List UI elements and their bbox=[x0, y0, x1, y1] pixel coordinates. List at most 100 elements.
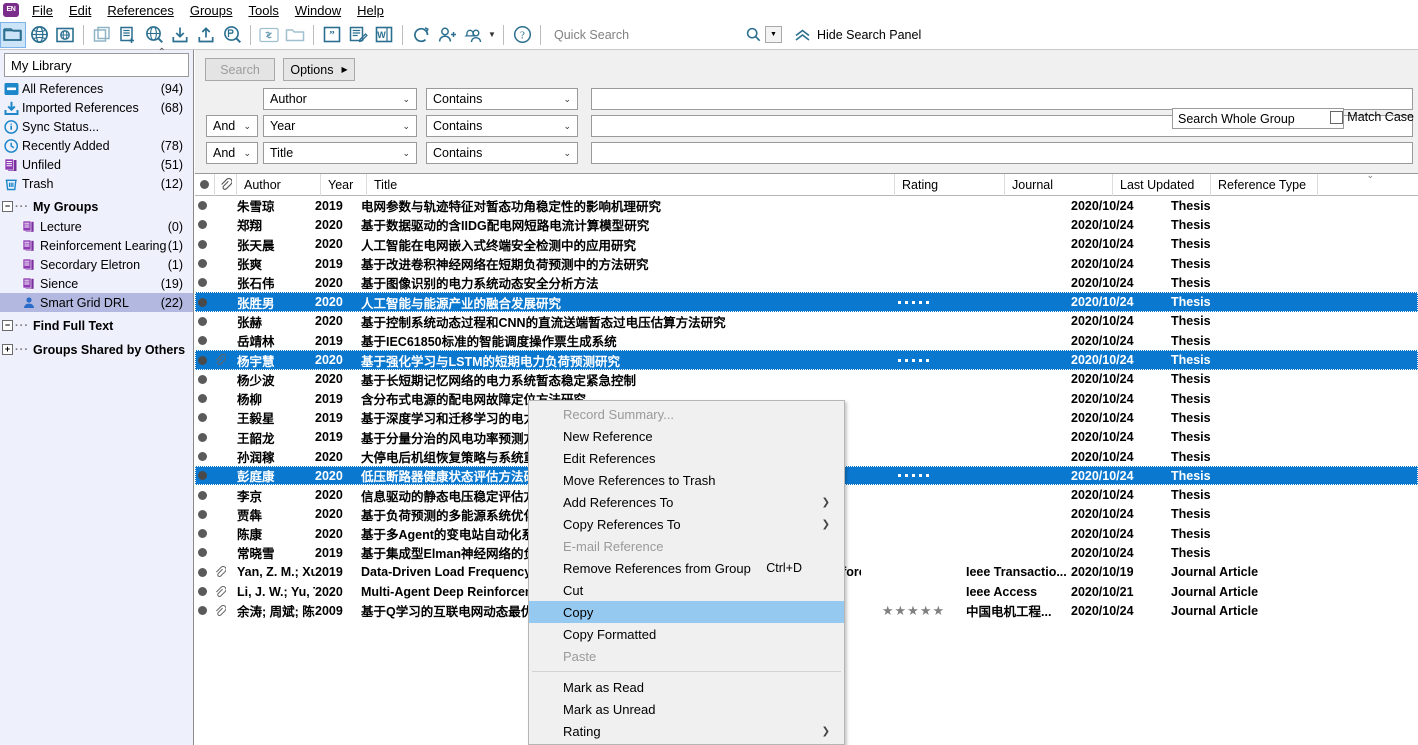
share-library-icon[interactable] bbox=[434, 22, 460, 48]
sidebar-item-trash[interactable]: Trash (12) bbox=[0, 174, 193, 193]
context-menu-item[interactable]: New Reference bbox=[529, 425, 844, 447]
row-read-status-icon[interactable] bbox=[195, 529, 209, 539]
my-library-header[interactable]: My Library ⌃ bbox=[4, 47, 189, 77]
sidebar-group-lecture[interactable]: Lecture (0) bbox=[0, 217, 193, 236]
copy-references-icon[interactable] bbox=[89, 22, 115, 48]
row-rating[interactable]: ★★★★★ bbox=[861, 603, 966, 619]
context-menu-item[interactable]: Cut bbox=[529, 579, 844, 601]
table-row[interactable]: 张赫 2020 基于控制系统动态过程和CNN的直流送端暂态过电压估算方法研究 2020… bbox=[195, 312, 1418, 331]
row-attachment-icon[interactable] bbox=[209, 354, 231, 366]
help-icon[interactable]: ? bbox=[509, 22, 535, 48]
sidebar-item-sync-status[interactable]: Sync Status... bbox=[0, 117, 193, 136]
export-icon[interactable] bbox=[193, 22, 219, 48]
row-read-status-icon[interactable] bbox=[195, 471, 209, 481]
collapse-expander-icon[interactable]: − bbox=[2, 320, 13, 331]
row-read-status-icon[interactable] bbox=[195, 606, 209, 616]
quick-search-dropdown-arrow-icon[interactable]: ▼ bbox=[765, 26, 782, 43]
table-row[interactable]: 杨宇慧 2020 基于强化学习与LSTM的短期电力负荷预测研究 2020/10/24 T… bbox=[195, 350, 1418, 370]
context-menu-item[interactable]: Rating ❯ bbox=[529, 720, 844, 742]
table-row[interactable]: 岳靖林 2019 基于IEC61850标准的智能调度操作票生成系统 2020/10/2… bbox=[195, 331, 1418, 350]
search-comparator-select-0[interactable]: Contains ⌄ bbox=[426, 88, 578, 110]
column-header-last-updated[interactable]: Last Updated bbox=[1113, 173, 1211, 196]
search-field-select-2[interactable]: Title ⌄ bbox=[263, 142, 417, 164]
sync-icon[interactable] bbox=[408, 22, 434, 48]
row-read-status-icon[interactable] bbox=[195, 374, 209, 384]
row-read-status-icon[interactable] bbox=[195, 432, 209, 442]
menu-tools[interactable]: Tools bbox=[240, 2, 286, 19]
context-menu-item[interactable]: Copy bbox=[529, 601, 844, 623]
sidebar-group-secordary-eletron[interactable]: Secordary Eletron (1) bbox=[0, 255, 193, 274]
table-row[interactable]: 郑翔 2020 基于数据驱动的含IIDG配电网短路电流计算模型研究 2020/10/2… bbox=[195, 215, 1418, 234]
menu-help[interactable]: Help bbox=[349, 2, 392, 19]
context-menu-item[interactable]: Remove References from Group Ctrl+D bbox=[529, 557, 844, 579]
row-read-status-icon[interactable] bbox=[195, 490, 209, 500]
row-read-status-icon[interactable] bbox=[195, 452, 209, 461]
row-read-status-icon[interactable] bbox=[195, 201, 209, 211]
row-read-status-icon[interactable] bbox=[195, 278, 209, 288]
new-reference-icon[interactable] bbox=[115, 22, 141, 48]
activity-feed-dropdown-arrow-icon[interactable]: ▼ bbox=[486, 30, 498, 39]
options-button[interactable]: Options ▶ bbox=[283, 58, 355, 81]
menu-file[interactable]: File bbox=[24, 2, 61, 19]
sidebar-item-unfiled[interactable]: Unfiled (51) bbox=[0, 155, 193, 174]
sidebar-item-imported-references[interactable]: Imported References (68) bbox=[0, 98, 193, 117]
activity-feed-icon[interactable] bbox=[460, 22, 486, 48]
table-row[interactable]: 张天晨 2020 人工智能在电网嵌入式终端安全检测中的应用研究 2020/10/24 T… bbox=[195, 235, 1418, 254]
import-icon[interactable] bbox=[167, 22, 193, 48]
row-read-status-icon[interactable] bbox=[195, 587, 209, 597]
online-search-mode-icon[interactable] bbox=[141, 22, 167, 48]
context-menu-item[interactable]: Copy References To ❯ bbox=[529, 513, 844, 535]
chevron-up-icon[interactable]: ⌃ bbox=[158, 47, 166, 58]
format-bibliography-icon[interactable] bbox=[345, 22, 371, 48]
column-header-title[interactable]: Title bbox=[367, 173, 895, 196]
table-row[interactable]: 张胜男 2020 人工智能与能源产业的融合发展研究 2020/10/24 Thesis bbox=[195, 292, 1418, 312]
context-menu-item[interactable]: Add References To ❯ bbox=[529, 491, 844, 513]
context-menu-item[interactable]: Copy Formatted bbox=[529, 623, 844, 645]
context-menu-item[interactable]: Edit References bbox=[529, 447, 844, 469]
open-library-icon[interactable] bbox=[0, 21, 26, 48]
open-file-icon[interactable] bbox=[282, 22, 308, 48]
search-connector-select-1[interactable]: And ⌄ bbox=[206, 115, 258, 137]
column-header-author[interactable]: Author bbox=[237, 173, 321, 196]
row-read-status-icon[interactable] bbox=[195, 336, 209, 346]
row-read-status-icon[interactable] bbox=[195, 413, 209, 423]
search-field-select-1[interactable]: Year ⌄ bbox=[263, 115, 417, 137]
sidebar-item-all-references[interactable]: All References (94) bbox=[0, 79, 193, 98]
column-header-journal[interactable]: Journal bbox=[1005, 173, 1113, 196]
search-comparator-select-2[interactable]: Contains ⌄ bbox=[426, 142, 578, 164]
table-row[interactable]: 朱雪琼 2019 电网参数与轨迹特征对暂态功角稳定性的影响机理研究 2020/10/2… bbox=[195, 196, 1418, 215]
column-header-attachment[interactable] bbox=[215, 173, 237, 196]
menu-window[interactable]: Window bbox=[287, 2, 349, 19]
row-read-status-icon[interactable] bbox=[195, 220, 209, 230]
search-field-select-0[interactable]: Author ⌄ bbox=[263, 88, 417, 110]
row-rating[interactable] bbox=[861, 474, 966, 478]
row-read-status-icon[interactable] bbox=[195, 394, 209, 404]
context-menu-item[interactable]: Mark as Read bbox=[529, 676, 844, 698]
match-case-checkbox[interactable]: Match Case bbox=[1330, 110, 1414, 124]
expand-expander-icon[interactable]: + bbox=[2, 344, 13, 355]
insert-citation-icon[interactable]: ” bbox=[319, 22, 345, 48]
quick-search-input[interactable]: Quick Search bbox=[554, 28, 744, 42]
search-connector-select-2[interactable]: And ⌄ bbox=[206, 142, 258, 164]
row-rating[interactable] bbox=[861, 358, 966, 362]
search-button[interactable]: Search bbox=[205, 58, 275, 81]
sidebar-section-my-groups[interactable]: − ··· My Groups bbox=[0, 196, 193, 217]
find-full-text-icon[interactable] bbox=[219, 22, 245, 48]
search-icon[interactable] bbox=[744, 27, 762, 42]
row-read-status-icon[interactable] bbox=[195, 548, 209, 558]
link-icon[interactable] bbox=[256, 22, 282, 48]
row-attachment-icon[interactable] bbox=[209, 604, 231, 617]
row-read-status-icon[interactable] bbox=[195, 509, 209, 519]
checkbox-box[interactable] bbox=[1330, 110, 1344, 124]
table-row[interactable]: 张爽 2019 基于改进卷积神经网络在短期负荷预测中的方法研究 2020/10/24 T… bbox=[195, 254, 1418, 273]
menu-references[interactable]: References bbox=[99, 2, 181, 19]
row-attachment-icon[interactable] bbox=[209, 566, 231, 578]
row-read-status-icon[interactable] bbox=[195, 297, 209, 307]
column-header-read-status[interactable] bbox=[195, 173, 215, 196]
column-header-reference-type[interactable]: Reference Type bbox=[1211, 173, 1318, 196]
row-read-status-icon[interactable] bbox=[195, 259, 209, 269]
row-read-status-icon[interactable] bbox=[195, 316, 209, 326]
menu-groups[interactable]: Groups bbox=[182, 2, 241, 19]
row-read-status-icon[interactable] bbox=[195, 567, 209, 577]
sidebar-section-groups-shared-by-others[interactable]: + ··· Groups Shared by Others bbox=[0, 339, 193, 360]
